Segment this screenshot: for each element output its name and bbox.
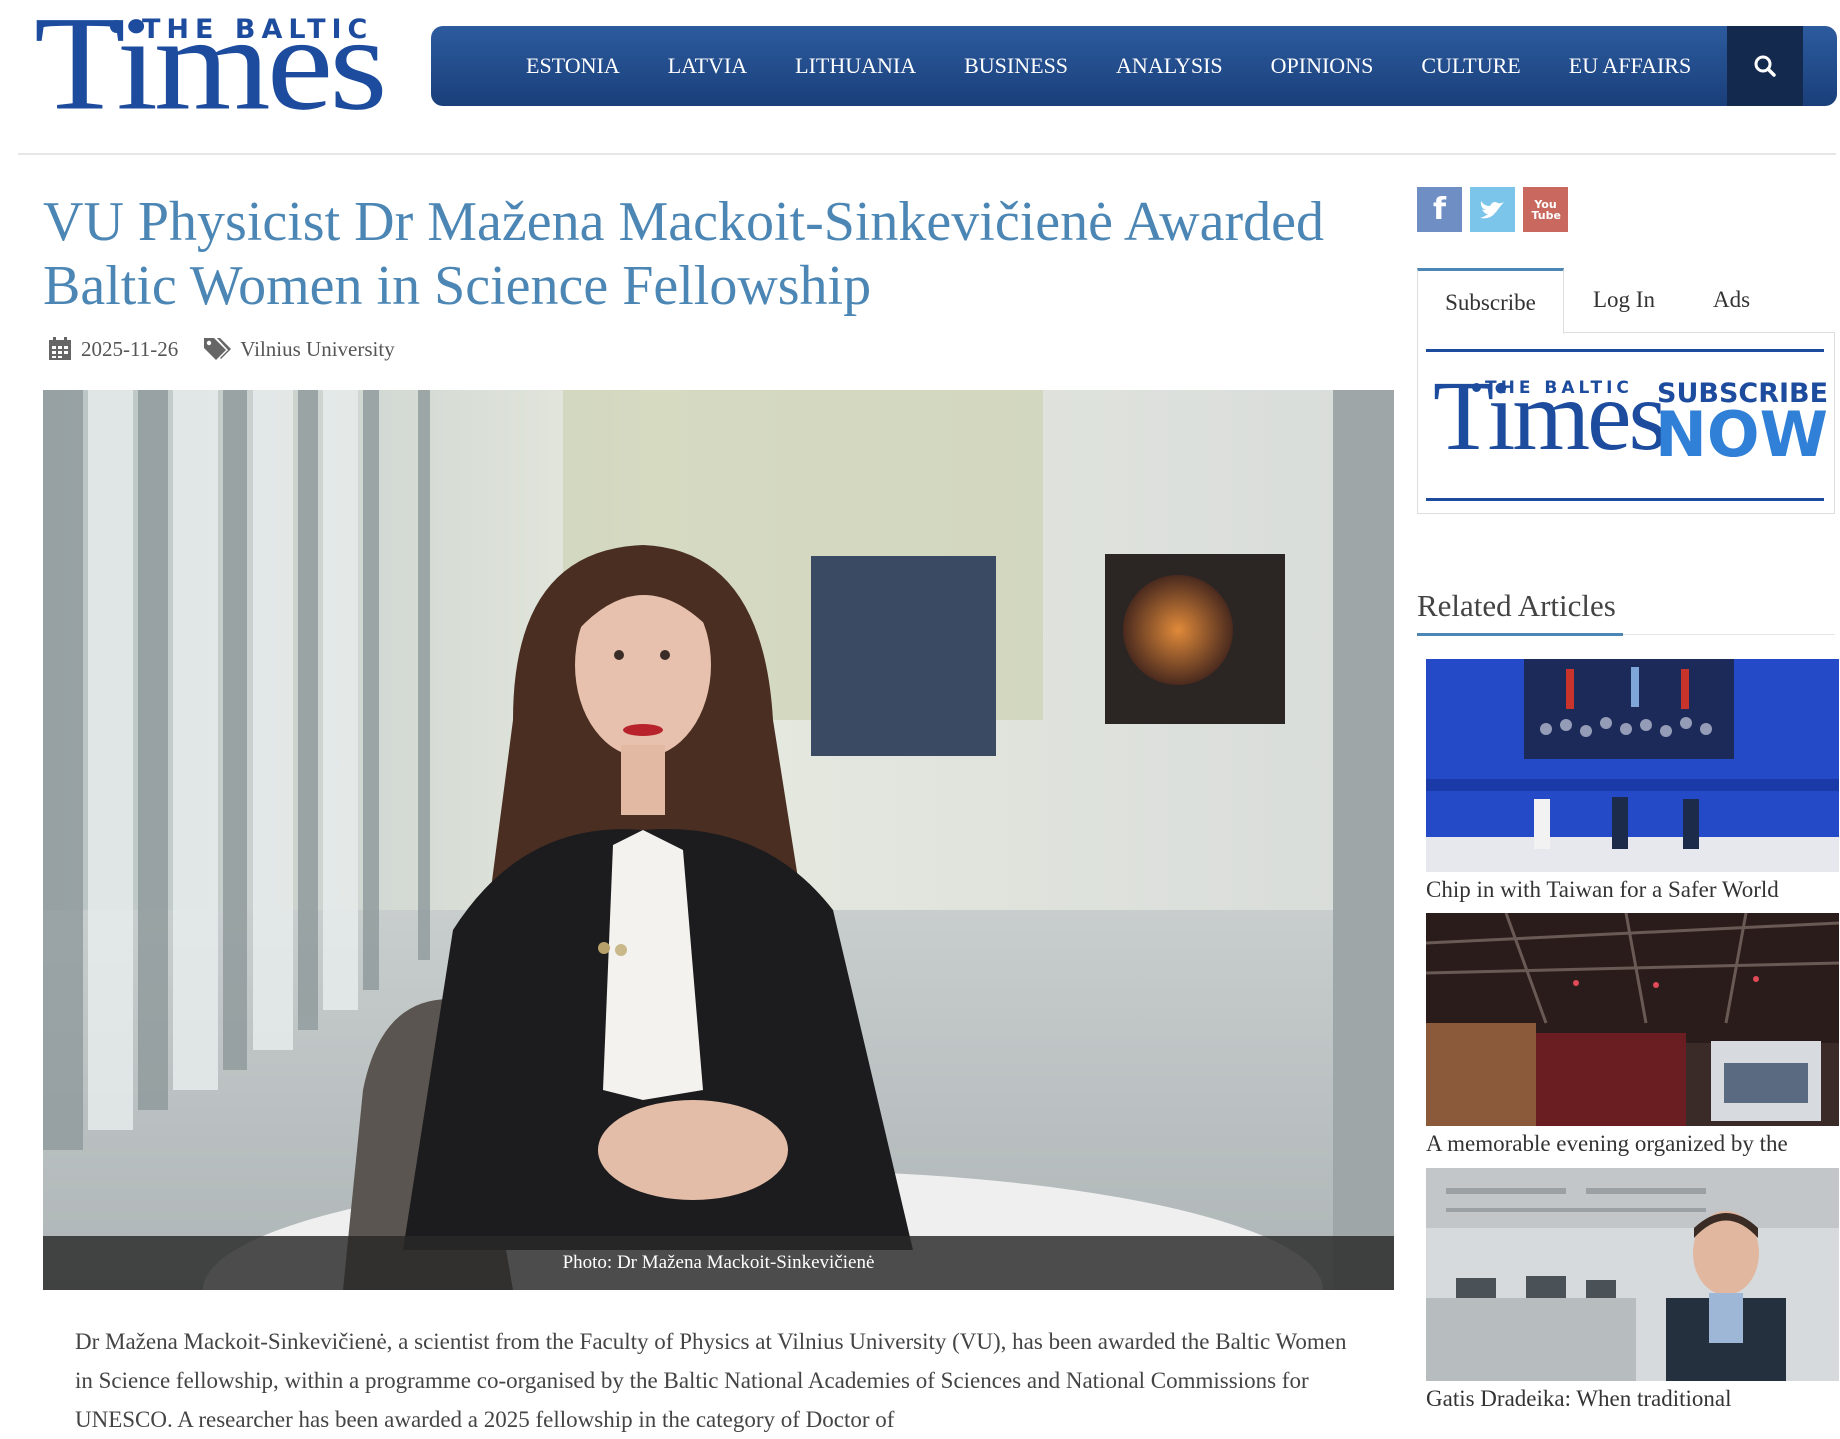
twitter-link[interactable]: [1470, 187, 1515, 232]
header-divider: [18, 153, 1836, 155]
logo-main-text: Times: [34, 0, 388, 139]
article-body: Dr Mažena Mackoit-Sinkevičienė, a scient…: [75, 1329, 1347, 1432]
article-title: VU Physicist Dr Mažena Mackoit-Sinkeviči…: [43, 191, 1324, 317]
related-heading-rule: [1623, 634, 1835, 635]
related-article-image[interactable]: [1426, 913, 1839, 1126]
search-icon: [1754, 55, 1776, 77]
related-article-title[interactable]: Gatis Dradeika: When traditional: [1426, 1386, 1836, 1416]
related-image-hall: [1426, 913, 1839, 1126]
nav-item-eu-affairs[interactable]: EU AFFAIRS: [1569, 53, 1691, 79]
related-article-image[interactable]: [1426, 1168, 1839, 1381]
youtube-icon: You Tube: [1531, 197, 1561, 222]
banner-logo-main: Times: [1433, 360, 1667, 471]
subscribe-panel: THE BALTIC Times SUBSCRIBE NOW: [1417, 333, 1835, 514]
subscribe-banner[interactable]: THE BALTIC Times SUBSCRIBE NOW: [1426, 349, 1828, 501]
photo-illustration: [43, 390, 1394, 1290]
tab-log-in[interactable]: Log In: [1593, 268, 1655, 332]
nav-item-opinions[interactable]: OPINIONS: [1271, 53, 1374, 79]
article-photo: Photo: Dr Mažena Mackoit-Sinkevičienė: [43, 390, 1394, 1290]
article-tag[interactable]: Vilnius University: [240, 337, 395, 362]
main-nav: ESTONIA LATVIA LITHUANIA BUSINESS ANALYS…: [431, 26, 1837, 106]
banner-now-text: NOW: [1655, 398, 1828, 471]
related-article-title[interactable]: A memorable evening organized by the: [1426, 1131, 1836, 1161]
related-image-office: [1426, 1168, 1839, 1381]
related-image-conference: [1426, 659, 1839, 872]
nav-item-business[interactable]: BUSINESS: [964, 53, 1068, 79]
nav-items: ESTONIA LATVIA LITHUANIA BUSINESS ANALYS…: [526, 26, 1739, 106]
tags-icon: [204, 338, 232, 360]
youtube-link[interactable]: You Tube: [1523, 187, 1568, 232]
site-logo[interactable]: THE BALTIC Times: [34, 0, 394, 134]
facebook-icon: f: [1432, 192, 1447, 227]
nav-item-culture[interactable]: CULTURE: [1421, 53, 1520, 79]
nav-item-analysis[interactable]: ANALYSIS: [1116, 53, 1223, 79]
photo-caption: Photo: Dr Mažena Mackoit-Sinkevičienė: [43, 1236, 1394, 1290]
tab-subscribe[interactable]: Subscribe: [1417, 268, 1564, 334]
nav-item-estonia[interactable]: ESTONIA: [526, 53, 620, 79]
nav-item-lithuania[interactable]: LITHUANIA: [795, 53, 916, 79]
related-article-image[interactable]: [1426, 659, 1839, 872]
search-button[interactable]: [1727, 26, 1803, 106]
social-links: f You Tube: [1417, 187, 1576, 232]
related-article-title[interactable]: Chip in with Taiwan for a Safer World: [1426, 877, 1836, 907]
related-heading-underline: [1417, 633, 1623, 636]
facebook-link[interactable]: f: [1417, 187, 1462, 232]
tab-ads[interactable]: Ads: [1713, 268, 1750, 332]
article-meta: 2025-11-26 Vilnius University: [47, 336, 395, 362]
related-articles-heading: Related Articles: [1417, 588, 1616, 623]
article-date: 2025-11-26: [81, 336, 179, 361]
twitter-icon: [1479, 200, 1504, 218]
sidebar-tabs: Subscribe Log In Ads: [1417, 268, 1835, 334]
nav-item-latvia[interactable]: LATVIA: [668, 53, 747, 79]
calendar-icon: [49, 337, 71, 360]
